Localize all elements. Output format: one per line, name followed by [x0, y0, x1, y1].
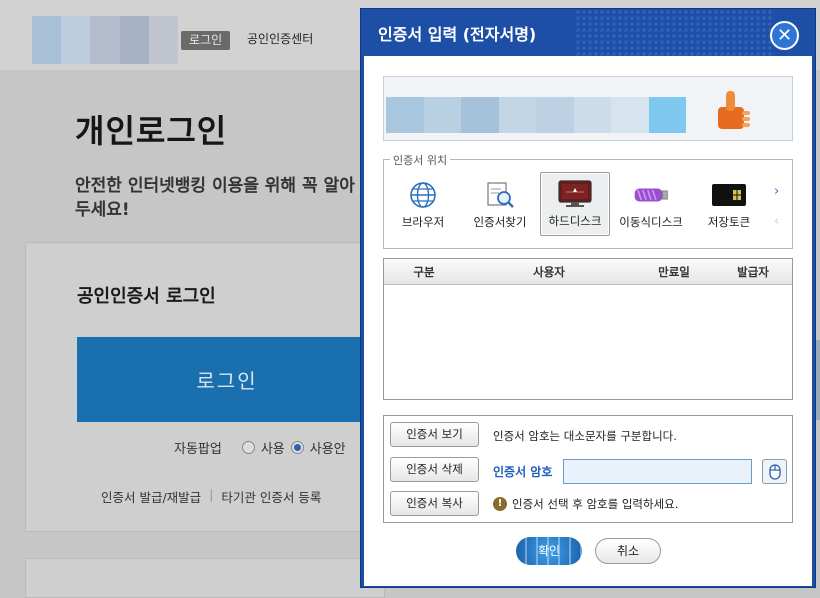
password-label: 인증서 암호 — [493, 465, 553, 479]
issue-certificate-link[interactable]: 인증서 발급/재발급 — [101, 487, 201, 506]
globe-icon — [405, 180, 441, 210]
password-section: 인증서 보기 인증서 삭제 인증서 복사 인증서 암호는 대소문자를 구분합니다… — [383, 415, 793, 523]
top-login-button[interactable]: 로그인 — [181, 31, 231, 50]
location-legend: 인증서 위치 — [390, 152, 451, 168]
location-label: 저장토큰 — [707, 215, 751, 229]
cancel-button[interactable]: 취소 — [595, 538, 661, 564]
password-input[interactable] — [563, 459, 752, 484]
blurred-logo — [32, 16, 179, 64]
monitor-icon — [557, 179, 593, 209]
ok-button[interactable]: 확인 — [516, 537, 582, 565]
location-browser[interactable]: 브라우저 — [388, 174, 458, 236]
autopopup-label: 자동팝업 — [174, 442, 222, 457]
autopopup-option-use: 사용 — [260, 442, 285, 457]
dialog-body: 인증서 위치 브라우저 인증서찾기 하드디스크 이동식디스크 저장토큰 › ‹ … — [364, 56, 812, 586]
copy-certificate-button[interactable]: 인증서 복사 — [390, 491, 479, 516]
blurred-banner-image — [386, 97, 686, 133]
login-button[interactable]: 로그인 — [77, 337, 377, 422]
delete-certificate-button[interactable]: 인증서 삭제 — [390, 457, 479, 482]
autopopup-option-nouse: 사용안 — [309, 442, 346, 457]
certificate-location-group: 인증서 위치 브라우저 인증서찾기 하드디스크 이동식디스크 저장토큰 › ‹ — [383, 152, 793, 249]
column-header: 발급자 — [737, 264, 769, 279]
register-other-cert-link[interactable]: 타기관 인증서 등록 — [221, 487, 321, 506]
location-label: 하드디스크 — [548, 214, 602, 228]
warning-text: 인증서 선택 후 암호를 입력하세요. — [512, 497, 679, 511]
table-header: 구분 사용자 만료일 발급자 — [384, 259, 792, 285]
chevron-left-icon[interactable]: ‹ — [774, 214, 779, 229]
autopopup-setting: 자동팝업 사용 사용안 — [174, 438, 346, 457]
token-icon — [711, 180, 747, 210]
location-security-token[interactable]: 저장토큰 — [694, 174, 764, 236]
column-header: 사용자 — [533, 264, 565, 279]
dialog-banner — [383, 76, 793, 141]
location-removable-disk[interactable]: 이동식디스크 — [616, 174, 686, 236]
mouse-icon — [768, 463, 781, 480]
location-label: 이동식디스크 — [619, 215, 683, 229]
location-cert-search[interactable]: 인증서찾기 — [465, 174, 535, 236]
mouse-input-button[interactable] — [762, 459, 787, 484]
ok-label: 확인 — [537, 544, 561, 558]
warning-message: ! 인증서 선택 후 암호를 입력하세요. — [493, 496, 678, 512]
certificate-table[interactable]: 구분 사용자 만료일 발급자 — [383, 258, 793, 400]
autopopup-radio-use[interactable] — [241, 441, 255, 454]
location-label: 인증서찾기 — [473, 215, 527, 229]
location-hard-disk[interactable]: 하드디스크 — [540, 172, 610, 236]
certificate-links: 인증서 발급/재발급 | 타기관 인증서 등록 — [101, 487, 321, 506]
case-sensitive-note: 인증서 암호는 대소문자를 구분합니다. — [493, 429, 677, 443]
warning-icon: ! — [493, 497, 507, 511]
usb-drive-icon — [633, 180, 669, 210]
second-card — [25, 558, 385, 598]
header-pattern — [575, 9, 775, 56]
certificate-center-link[interactable]: 공인인증센터 — [247, 30, 313, 49]
certificate-search-icon — [482, 180, 518, 210]
autopopup-radio-nouse[interactable] — [290, 441, 304, 454]
page-subtitle: 안전한 인터넷뱅킹 이용을 위해 꼭 알아두세요! — [75, 176, 355, 220]
page-title: 개인로그인 — [75, 112, 228, 150]
column-header: 만료일 — [658, 264, 690, 279]
location-label: 브라우저 — [401, 215, 445, 229]
thumbs-up-icon — [718, 91, 750, 129]
certificate-dialog: 인증서 입력 (전자서명) ✕ 인증서 위치 브라우저 인증서찾기 하드디스크 … — [360, 8, 816, 588]
column-header: 구분 — [413, 264, 435, 279]
view-certificate-button[interactable]: 인증서 보기 — [390, 422, 479, 447]
close-icon[interactable]: ✕ — [770, 21, 799, 50]
chevron-right-icon[interactable]: › — [774, 184, 779, 199]
dialog-header: 인증서 입력 (전자서명) ✕ — [361, 9, 815, 56]
dialog-title: 인증서 입력 (전자서명) — [378, 25, 537, 44]
link-separator: | — [209, 487, 214, 502]
card-title: 공인인증서 로그인 — [77, 286, 216, 307]
